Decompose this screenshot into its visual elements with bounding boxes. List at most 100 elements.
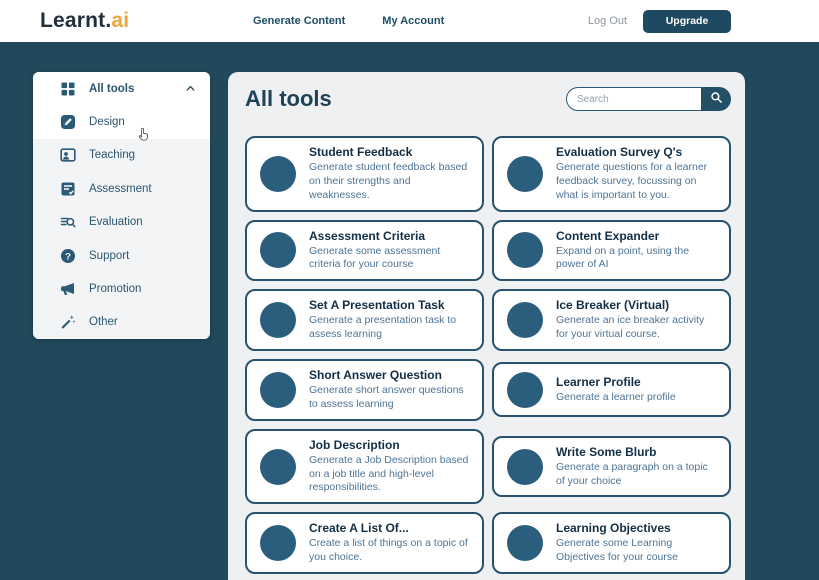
sidebar-item-label: Design (89, 116, 196, 128)
logout-link[interactable]: Log Out (588, 15, 627, 27)
logo-accent-text: ai (111, 9, 129, 32)
tool-card-text: Create A List Of... Create a list of thi… (309, 521, 472, 565)
tool-card-text: Content Expander Expand on a point, usin… (556, 229, 719, 273)
sidebar-item-all-tools[interactable]: All tools (33, 72, 210, 105)
tool-card-create-a-list-of[interactable]: Create A List Of... Create a list of thi… (245, 512, 484, 574)
sidebar-item-label: Teaching (89, 149, 196, 161)
tool-card-text: Student Feedback Generate student feedba… (309, 145, 472, 203)
tool-card-learning-objectives[interactable]: Learning Objectives Generate some Learni… (492, 512, 731, 574)
sidebar-item-label: Assessment (89, 183, 196, 195)
nav-link-generate-content[interactable]: Generate Content (253, 15, 345, 27)
tool-description: Generate an ice breaker activity for you… (556, 314, 719, 342)
tool-description: Create a list of things on a topic of yo… (309, 537, 472, 565)
tool-card-text: Learning Objectives Generate some Learni… (556, 521, 719, 565)
tool-card-text: Evaluation Survey Q's Generate questions… (556, 145, 719, 203)
tool-icon-circle (260, 449, 296, 485)
tool-description: Generate a presentation task to assess l… (309, 314, 472, 342)
tool-icon-circle (260, 156, 296, 192)
tool-card-text: Learner Profile Generate a learner profi… (556, 375, 676, 405)
tool-icon-circle (260, 372, 296, 408)
tool-title: Job Description (309, 438, 472, 452)
sidebar-item-promotion[interactable]: Promotion (33, 272, 210, 305)
tool-description: Generate questions for a learner feedbac… (556, 161, 719, 203)
search-bar (566, 87, 731, 111)
tool-icon-circle (507, 232, 543, 268)
header-nav: Generate Content My Account (253, 15, 444, 27)
search-button[interactable] (701, 87, 731, 111)
search-input[interactable] (566, 87, 701, 111)
tool-card-assessment-criteria[interactable]: Assessment Criteria Generate some assess… (245, 220, 484, 282)
tool-title: Assessment Criteria (309, 229, 472, 243)
tool-description: Generate short answer questions to asses… (309, 384, 472, 412)
teacher-card-icon (60, 147, 76, 163)
grid-icon (60, 81, 76, 97)
tool-description: Generate a learner profile (556, 391, 676, 405)
tool-card-short-answer-question[interactable]: Short Answer Question Generate short ans… (245, 359, 484, 421)
tool-card-content-expander[interactable]: Content Expander Expand on a point, usin… (492, 220, 731, 282)
tool-icon-circle (507, 372, 543, 408)
tool-icon-circle (260, 302, 296, 338)
tool-icon-circle (507, 156, 543, 192)
tool-title: Learning Objectives (556, 521, 719, 535)
tool-title: Ice Breaker (Virtual) (556, 298, 719, 312)
tool-icon-circle (260, 232, 296, 268)
page: Learnt.ai Generate Content My Account Lo… (0, 0, 819, 580)
sidebar-item-label: Other (89, 316, 196, 328)
sidebar-item-design[interactable]: Design (33, 105, 210, 138)
chevron-up-icon[interactable] (185, 83, 196, 94)
tool-card-student-feedback[interactable]: Student Feedback Generate student feedba… (245, 136, 484, 212)
tool-card-text: Ice Breaker (Virtual) Generate an ice br… (556, 298, 719, 342)
tool-card-evaluation-survey-q-s[interactable]: Evaluation Survey Q's Generate questions… (492, 136, 731, 212)
upgrade-button[interactable]: Upgrade (643, 10, 731, 33)
sidebar-item-other[interactable]: Other (33, 306, 210, 339)
tool-description: Generate student feedback based on their… (309, 161, 472, 203)
pencil-icon (60, 114, 76, 130)
main-panel: All tools Student Feedback Generate stud… (228, 72, 745, 580)
logo-text: Learnt. (40, 9, 111, 32)
tool-description: Generate a Job Description based on a jo… (309, 454, 472, 496)
header: Learnt.ai Generate Content My Account Lo… (0, 0, 819, 42)
tool-card-ice-breaker-virtual[interactable]: Ice Breaker (Virtual) Generate an ice br… (492, 289, 731, 351)
tool-card-text: Short Answer Question Generate short ans… (309, 368, 472, 412)
tool-title: Evaluation Survey Q's (556, 145, 719, 159)
megaphone-icon (60, 281, 76, 297)
magic-wand-icon (60, 314, 76, 330)
tool-card-text: Set A Presentation Task Generate a prese… (309, 298, 472, 342)
logo[interactable]: Learnt.ai (40, 9, 129, 33)
tool-description: Generate a paragraph on a topic of your … (556, 461, 719, 489)
sidebar-item-support[interactable]: ? Support (33, 239, 210, 272)
tool-title: Write Some Blurb (556, 445, 719, 459)
tool-title: Student Feedback (309, 145, 472, 159)
tool-card-text: Write Some Blurb Generate a paragraph on… (556, 445, 719, 489)
checklist-icon (60, 181, 76, 197)
sidebar-item-label: Support (89, 250, 196, 262)
tool-card-learner-profile[interactable]: Learner Profile Generate a learner profi… (492, 362, 731, 417)
tool-description: Generate some assessment criteria for yo… (309, 245, 472, 273)
tool-icon-circle (260, 525, 296, 561)
tool-title: Create A List Of... (309, 521, 472, 535)
sidebar-item-teaching[interactable]: Teaching (33, 139, 210, 172)
tool-title: Content Expander (556, 229, 719, 243)
tool-card-write-some-blurb[interactable]: Write Some Blurb Generate a paragraph on… (492, 436, 731, 498)
sidebar-item-label: All tools (89, 83, 185, 95)
sidebar-item-label: Evaluation (89, 216, 196, 228)
tool-card-set-a-presentation-task[interactable]: Set A Presentation Task Generate a prese… (245, 289, 484, 351)
search-icon (710, 91, 723, 107)
header-actions: Log Out Upgrade (588, 10, 731, 33)
tool-description: Generate some Learning Objectives for yo… (556, 537, 719, 565)
tool-card-text: Assessment Criteria Generate some assess… (309, 229, 472, 273)
panel-header: All tools (245, 84, 731, 112)
tool-card-job-description[interactable]: Job Description Generate a Job Descripti… (245, 429, 484, 505)
tool-icon-circle (507, 525, 543, 561)
tool-title: Short Answer Question (309, 368, 472, 382)
tool-icon-circle (507, 302, 543, 338)
svg-text:?: ? (65, 251, 71, 262)
sidebar-item-assessment[interactable]: Assessment (33, 172, 210, 205)
tool-icon-circle (507, 449, 543, 485)
tools-grid: Student Feedback Generate student feedba… (245, 136, 731, 580)
tool-title: Set A Presentation Task (309, 298, 472, 312)
sidebar-item-label: Promotion (89, 283, 196, 295)
nav-link-my-account[interactable]: My Account (382, 15, 444, 27)
question-circle-icon: ? (60, 248, 76, 264)
sidebar-item-evaluation[interactable]: Evaluation (33, 206, 210, 239)
